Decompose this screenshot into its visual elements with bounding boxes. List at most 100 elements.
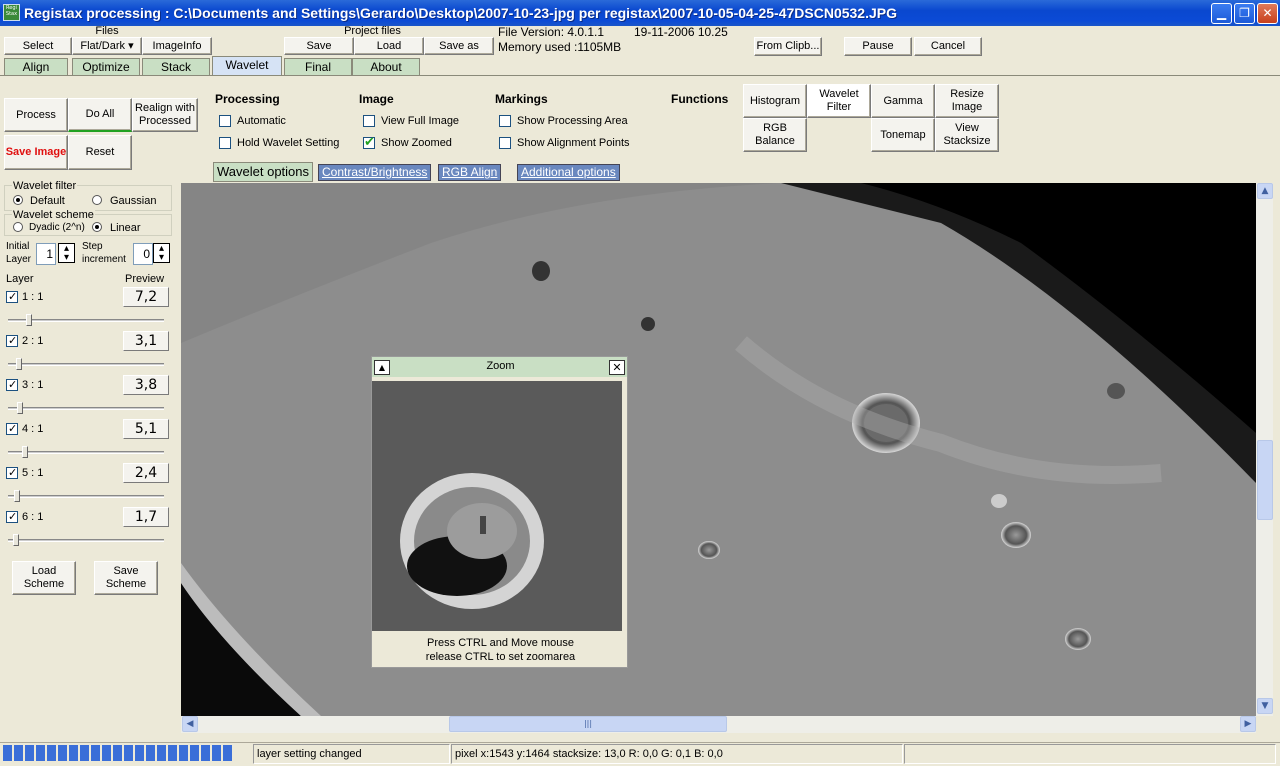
layer-enable-checkbox[interactable] <box>6 510 18 523</box>
scheme-linear-radio[interactable] <box>92 222 102 232</box>
show-zoomed-checkbox[interactable] <box>363 135 375 150</box>
subtab-contrast-brightness[interactable]: Contrast/Brightness <box>318 164 432 181</box>
layer-slider-thumb[interactable] <box>21 446 28 458</box>
tab-optimize[interactable]: Optimize <box>72 58 140 76</box>
horizontal-scroll-thumb[interactable]: ||| <box>449 716 727 732</box>
image-viewer[interactable] <box>181 183 1256 716</box>
progress-block <box>25 745 34 761</box>
filter-gaussian-label: Gaussian <box>110 195 157 207</box>
layer-slider[interactable] <box>8 363 164 366</box>
tab-about[interactable]: About <box>352 58 420 76</box>
show-processing-area-checkbox[interactable] <box>499 115 511 127</box>
layer-slider-thumb[interactable] <box>14 490 20 502</box>
subtab-rgb-align[interactable]: RGB Align <box>438 164 502 181</box>
progress-block <box>47 745 56 761</box>
save-scheme-button[interactable]: Save Scheme <box>94 561 158 595</box>
project-save-button[interactable]: Save <box>284 37 354 55</box>
progress-block <box>80 745 89 761</box>
layer-enable-checkbox[interactable] <box>6 422 18 435</box>
view-full-image-checkbox[interactable] <box>363 115 375 127</box>
show-zoomed-label: Show Zoomed <box>381 137 452 149</box>
status-extra-panel <box>904 744 1276 764</box>
tab-align[interactable]: Align <box>4 58 68 76</box>
layer-preview-value[interactable]: 1,7 <box>123 507 169 527</box>
progress-block <box>179 745 188 761</box>
step-increment-spinner[interactable]: ▴ ▾ <box>153 243 170 263</box>
layer-slider-thumb[interactable] <box>26 314 32 326</box>
scheme-linear-label: Linear <box>110 222 141 234</box>
maximize-button[interactable]: ❐ <box>1234 3 1255 24</box>
load-scheme-button[interactable]: Load Scheme <box>12 561 76 595</box>
subtab-additional-options[interactable]: Additional options <box>517 164 620 181</box>
scroll-up-button[interactable]: ▲ <box>1257 183 1273 199</box>
layer-preview-value[interactable]: 5,1 <box>123 419 169 439</box>
subtab-wavelet-options[interactable]: Wavelet options <box>213 162 314 182</box>
wavelet-filter-button[interactable]: Wavelet Filter <box>807 84 871 118</box>
realign-button[interactable]: Realign with Processed <box>132 98 198 132</box>
step-increment-input[interactable]: 0 <box>133 243 153 265</box>
progress-block <box>14 745 23 761</box>
show-processing-area-label: Show Processing Area <box>517 115 628 127</box>
flat-dark-dropdown[interactable]: Flat/Dark ▾ <box>72 37 142 55</box>
moon-image <box>181 183 1256 716</box>
vertical-scroll-thumb[interactable] <box>1257 440 1273 520</box>
image-header: Image <box>359 92 394 106</box>
initial-layer-input[interactable]: 1 <box>36 243 56 265</box>
select-button[interactable]: Select <box>4 37 72 55</box>
scheme-dyadic-radio[interactable] <box>13 222 23 232</box>
layer-slider-thumb[interactable] <box>15 358 22 370</box>
automatic-checkbox[interactable] <box>219 115 231 127</box>
gamma-button[interactable]: Gamma <box>871 84 935 118</box>
filter-default-radio[interactable] <box>13 195 23 205</box>
zoom-window[interactable]: ▲ Zoom ✕ Press CTRL and Move mouse relea… <box>371 356 628 668</box>
show-alignment-points-checkbox[interactable] <box>499 137 511 149</box>
rgb-balance-button[interactable]: RGB Balance <box>743 118 807 152</box>
scroll-right-button[interactable]: ▶ <box>1240 716 1256 732</box>
layer-preview-value[interactable]: 3,8 <box>123 375 169 395</box>
layer-slider[interactable] <box>8 407 164 410</box>
cancel-button[interactable]: Cancel <box>914 37 982 56</box>
progress-block <box>168 745 177 761</box>
imageinfo-button[interactable]: ImageInfo <box>142 37 212 55</box>
save-image-button[interactable]: Save Image <box>4 135 68 170</box>
restore-icon: ❐ <box>1239 6 1250 20</box>
do-all-button[interactable]: Do All <box>68 98 132 132</box>
tab-final[interactable]: Final <box>284 58 352 76</box>
layer-slider[interactable] <box>8 539 164 542</box>
pause-button[interactable]: Pause <box>844 37 912 56</box>
zoom-hint-line1: Press CTRL and Move mouse <box>427 637 574 649</box>
layer-enable-checkbox[interactable] <box>6 290 18 303</box>
project-save-as-button[interactable]: Save as <box>424 37 494 55</box>
tonemap-button[interactable]: Tonemap <box>871 118 935 152</box>
reset-button[interactable]: Reset <box>68 135 132 170</box>
layer-slider[interactable] <box>8 495 164 498</box>
layer-slider[interactable] <box>8 451 164 454</box>
initial-layer-spinner[interactable]: ▴ ▾ <box>58 243 75 263</box>
tab-wavelet[interactable]: Wavelet <box>212 56 282 76</box>
view-stacksize-button[interactable]: View Stacksize <box>935 118 999 152</box>
scroll-left-button[interactable]: ◀ <box>182 716 198 732</box>
arrow-up-icon: ▲ <box>1261 186 1269 196</box>
hold-wavelet-checkbox[interactable] <box>219 137 231 149</box>
from-clipboard-button[interactable]: From Clipb... <box>754 37 822 56</box>
minimize-button[interactable]: ▁ <box>1211 3 1232 24</box>
layer-slider-thumb[interactable] <box>17 402 23 414</box>
layer-preview-value[interactable]: 2,4 <box>123 463 169 483</box>
process-button[interactable]: Process <box>4 98 68 132</box>
zoom-hint-line2: release CTRL to set zoomarea <box>425 651 576 663</box>
layer-slider-thumb[interactable] <box>12 534 19 546</box>
tab-stack[interactable]: Stack <box>142 58 210 76</box>
layer-enable-checkbox[interactable] <box>6 466 18 479</box>
layer-preview-value[interactable]: 3,1 <box>123 331 169 351</box>
project-load-button[interactable]: Load <box>354 37 424 55</box>
histogram-button[interactable]: Histogram <box>743 84 807 118</box>
layer-enable-checkbox[interactable] <box>6 378 18 391</box>
resize-image-button[interactable]: Resize Image <box>935 84 999 118</box>
layer-enable-checkbox[interactable] <box>6 334 18 347</box>
zoom-close-button[interactable]: ✕ <box>609 360 625 375</box>
scroll-down-button[interactable]: ▼ <box>1257 698 1273 714</box>
close-button[interactable]: ✕ <box>1257 3 1278 24</box>
filter-gaussian-radio[interactable] <box>92 195 102 205</box>
automatic-label: Automatic <box>237 115 286 127</box>
layer-preview-value[interactable]: 7,2 <box>123 287 169 307</box>
